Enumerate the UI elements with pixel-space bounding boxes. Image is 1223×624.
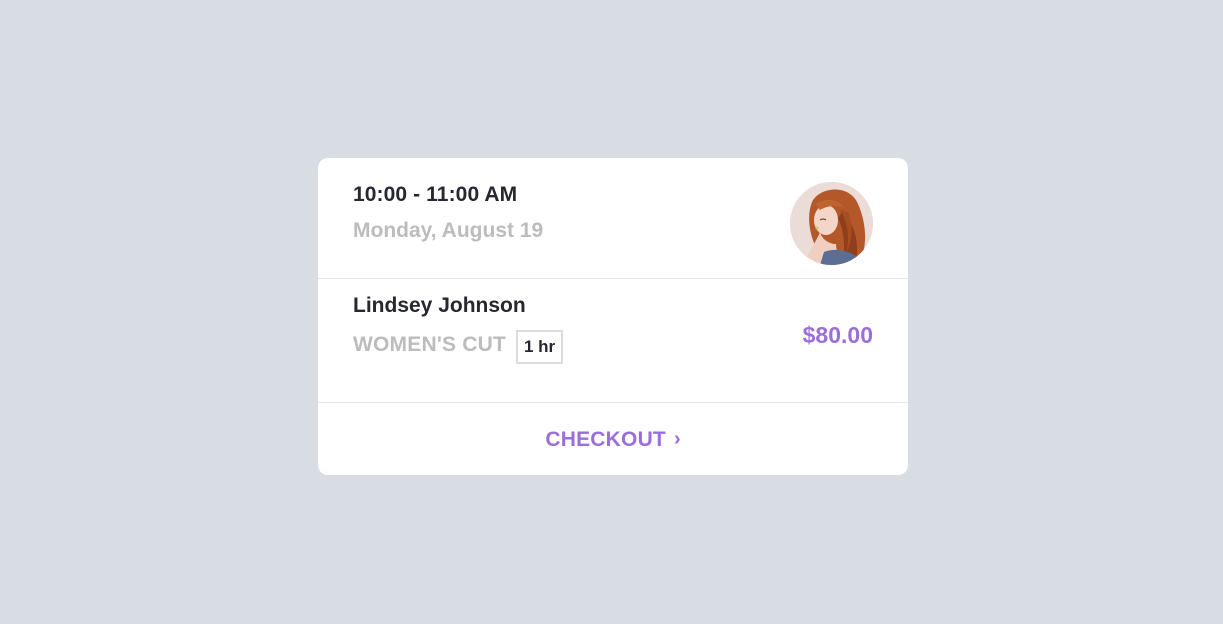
duration-badge: 1 hr [516,330,564,364]
service-price: $80.00 [802,322,873,348]
appointment-header: 10:00 - 11:00 AM Monday, August 19 [318,158,908,279]
appointment-card: 10:00 - 11:00 AM Monday, August 19 Linds… [318,158,908,475]
checkout-label: CHECKOUT [545,427,666,451]
client-name: Lindsey Johnson [353,294,526,317]
appointment-date: Monday, August 19 [353,219,544,242]
portrait-avatar-icon [790,182,873,265]
chevron-right-icon: › [673,428,681,450]
client-avatar [790,182,873,265]
appointment-time: 10:00 - 11:00 AM [353,183,518,206]
checkout-button[interactable]: CHECKOUT › [318,404,908,475]
service-details: Lindsey Johnson WOMEN'S CUT 1 hr $80.00 [318,280,908,403]
service-name: WOMEN'S CUT [353,333,507,356]
